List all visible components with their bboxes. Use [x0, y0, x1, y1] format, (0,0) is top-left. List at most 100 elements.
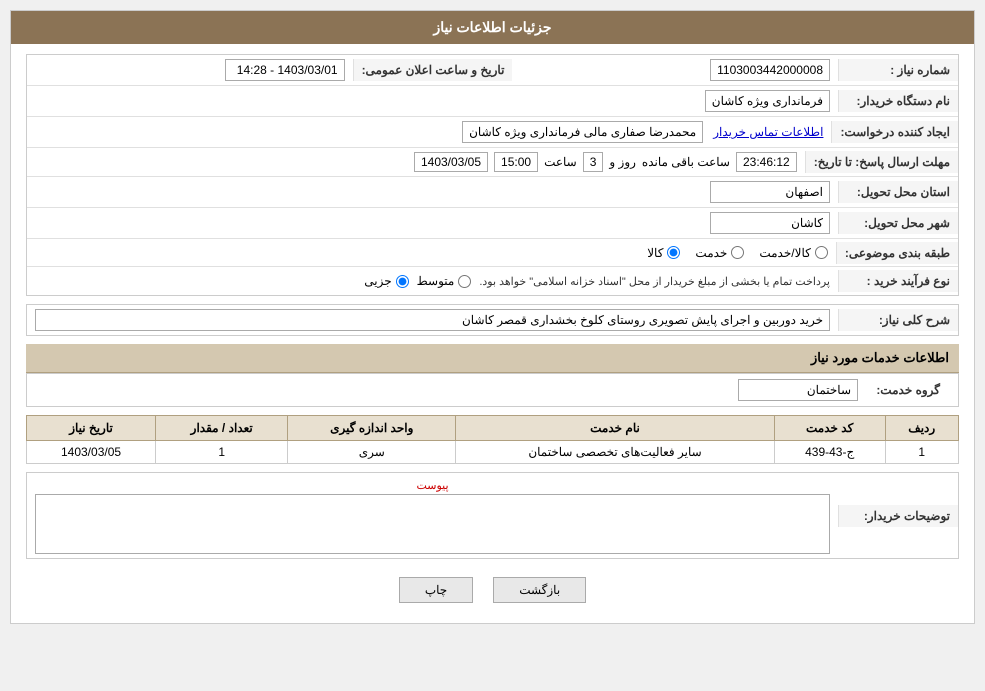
print-button[interactable]: چاپ [399, 577, 473, 603]
deadline-row: مهلت ارسال پاسخ: تا تاریخ: 23:46:12 ساعت… [27, 148, 958, 177]
table-body: 1 ج-43-439 سایر فعالیت‌های تخصصی ساختمان… [27, 441, 959, 464]
remaining-label: ساعت باقی مانده [642, 155, 730, 169]
purchase-type-value-cell: پرداخت تمام یا بخشی از مبلغ خریدار از مح… [27, 270, 838, 292]
content-area: شماره نیاز : 1103003442000008 تاریخ و سا… [11, 44, 974, 623]
service-group-row: گروه خدمت: ساختمان [27, 374, 958, 406]
service-group-value: ساختمان [738, 379, 858, 401]
description-row: شرح کلی نیاز: خرید دوربین و اجرای پایش ت… [27, 305, 958, 335]
contact-info-link[interactable]: اطلاعات تماس خریدار [713, 125, 823, 139]
subject-label: طبقه بندی موضوعی: [836, 242, 958, 264]
requester-value: محمدرضا صفاری مالی فرمانداری ویژه کاشان [462, 121, 703, 143]
announcement-date-label: تاریخ و ساعت اعلان عمومی: [353, 59, 513, 81]
city-value: کاشان [710, 212, 830, 234]
button-row: بازگشت چاپ [26, 567, 959, 613]
province-value: اصفهان [710, 181, 830, 203]
purchase-medium[interactable]: متوسط [417, 274, 472, 288]
buyer-org-row: نام دستگاه خریدار: فرمانداری ویژه کاشان [27, 86, 958, 117]
purchase-medium-label: متوسط [417, 274, 455, 288]
requester-value-cell: اطلاعات تماس خریدار محمدرضا صفاری مالی ف… [27, 117, 831, 147]
deadline-value-cell: 23:46:12 ساعت باقی مانده روز و 3 ساعت 15… [27, 148, 805, 176]
purchase-type-group: پرداخت تمام یا بخشی از مبلغ خریدار از مح… [35, 274, 830, 288]
subject-kala-khidmat-label: کالا/خدمت [759, 246, 810, 260]
buyer-org-value-cell: فرمانداری ویژه کاشان [27, 86, 838, 116]
buyer-org-value: فرمانداری ویژه کاشان [705, 90, 830, 112]
need-number-value: 1103003442000008 [710, 59, 830, 81]
purchase-type-row: نوع فرآیند خرید : پرداخت تمام یا بخشی از… [27, 267, 958, 295]
col-quantity: تعداد / مقدار [156, 416, 288, 441]
table-row: 1 ج-43-439 سایر فعالیت‌های تخصصی ساختمان… [27, 441, 959, 464]
announcement-date-value: 1403/03/01 - 14:28 [225, 59, 345, 81]
subject-radio-kala[interactable] [667, 246, 680, 259]
cell-row-num: 1 [885, 441, 958, 464]
purchase-radio-minor[interactable] [396, 275, 409, 288]
description-label: شرح کلی نیاز: [838, 309, 958, 331]
back-button[interactable]: بازگشت [493, 577, 586, 603]
province-value-cell: اصفهان [27, 177, 838, 207]
description-value: خرید دوربین و اجرای پایش تصویری روستای ک… [35, 309, 830, 331]
table-head: ردیف کد خدمت نام خدمت واحد اندازه گیری ت… [27, 416, 959, 441]
subject-kala[interactable]: کالا [647, 246, 680, 260]
service-table: ردیف کد خدمت نام خدمت واحد اندازه گیری ت… [26, 415, 959, 464]
time-label: ساعت [544, 155, 577, 169]
time-value: 15:00 [494, 152, 538, 172]
subject-radio-khidmat[interactable] [731, 246, 744, 259]
buyer-notes-area [35, 494, 830, 554]
purchase-note: پرداخت تمام یا بخشی از مبلغ خریدار از مح… [479, 275, 830, 288]
purchase-minor-label: جزیی [364, 274, 391, 288]
province-row: استان محل تحویل: اصفهان [27, 177, 958, 208]
subject-value-cell: کالا/خدمت خدمت کالا [27, 242, 836, 264]
purchase-radio-medium[interactable] [458, 275, 471, 288]
requester-row: ایجاد کننده درخواست: اطلاعات تماس خریدار… [27, 117, 958, 148]
days-value: 3 [583, 152, 604, 172]
cell-date: 1403/03/05 [27, 441, 156, 464]
subject-khidmat-label: خدمت [695, 246, 727, 260]
buyer-org-label: نام دستگاه خریدار: [838, 90, 958, 112]
need-number-label: شماره نیاز : [838, 59, 958, 81]
main-info-section: شماره نیاز : 1103003442000008 تاریخ و سا… [26, 54, 959, 296]
province-label: استان محل تحویل: [838, 181, 958, 203]
cell-service-code: ج-43-439 [774, 441, 885, 464]
need-number-row: شماره نیاز : 1103003442000008 تاریخ و سا… [27, 55, 958, 86]
subject-kala-khidmat[interactable]: کالا/خدمت [759, 246, 827, 260]
days-label: روز و [609, 155, 636, 169]
service-group-label: گروه خدمت: [858, 379, 948, 401]
date-time-group: 23:46:12 ساعت باقی مانده روز و 3 ساعت 15… [35, 152, 797, 172]
col-date: تاریخ نیاز [27, 416, 156, 441]
buyer-notes-section: توضیحات خریدار: پیوست [26, 472, 959, 559]
service-group-section: گروه خدمت: ساختمان [26, 373, 959, 407]
deadline-label: مهلت ارسال پاسخ: تا تاریخ: [805, 151, 958, 173]
table-header-row: ردیف کد خدمت نام خدمت واحد اندازه گیری ت… [27, 416, 959, 441]
col-unit: واحد اندازه گیری [288, 416, 456, 441]
date-value: 1403/03/05 [414, 152, 488, 172]
description-section: شرح کلی نیاز: خرید دوربین و اجرای پایش ت… [26, 304, 959, 336]
col-service-name: نام خدمت [456, 416, 775, 441]
page-title: جزئیات اطلاعات نیاز [11, 11, 974, 44]
buyer-notes-value-cell: پیوست [27, 473, 838, 558]
cell-service-name: سایر فعالیت‌های تخصصی ساختمان [456, 441, 775, 464]
purchase-minor[interactable]: جزیی [364, 274, 408, 288]
buyer-notes-row: توضیحات خریدار: پیوست [27, 473, 958, 558]
purchase-type-label: نوع فرآیند خرید : [838, 270, 958, 292]
subject-radio-group: کالا/خدمت خدمت کالا [35, 246, 828, 260]
subject-radio-kala-khidmat[interactable] [815, 246, 828, 259]
cell-quantity: 1 [156, 441, 288, 464]
subject-row: طبقه بندی موضوعی: کالا/خدمت خدمت [27, 239, 958, 267]
service-info-header: اطلاعات خدمات مورد نیاز [26, 344, 959, 373]
city-row: شهر محل تحویل: کاشان [27, 208, 958, 239]
description-value-cell: خرید دوربین و اجرای پایش تصویری روستای ک… [27, 305, 838, 335]
city-value-cell: کاشان [27, 208, 838, 238]
col-service-code: کد خدمت [774, 416, 885, 441]
subject-khidmat[interactable]: خدمت [695, 246, 744, 260]
page-container: جزئیات اطلاعات نیاز شماره نیاز : 1103003… [10, 10, 975, 624]
city-label: شهر محل تحویل: [838, 212, 958, 234]
announcement-date-value-cell: 1403/03/01 - 14:28 [27, 55, 353, 85]
service-table-section: ردیف کد خدمت نام خدمت واحد اندازه گیری ت… [26, 415, 959, 464]
cell-unit: سری [288, 441, 456, 464]
subject-kala-label: کالا [647, 246, 663, 260]
col-row-num: ردیف [885, 416, 958, 441]
attachment-label: پیوست [35, 477, 830, 494]
need-number-value-cell: 1103003442000008 [512, 55, 838, 85]
requester-label: ایجاد کننده درخواست: [831, 121, 958, 143]
buyer-notes-label: توضیحات خریدار: [838, 505, 958, 527]
remaining-value: 23:46:12 [736, 152, 797, 172]
